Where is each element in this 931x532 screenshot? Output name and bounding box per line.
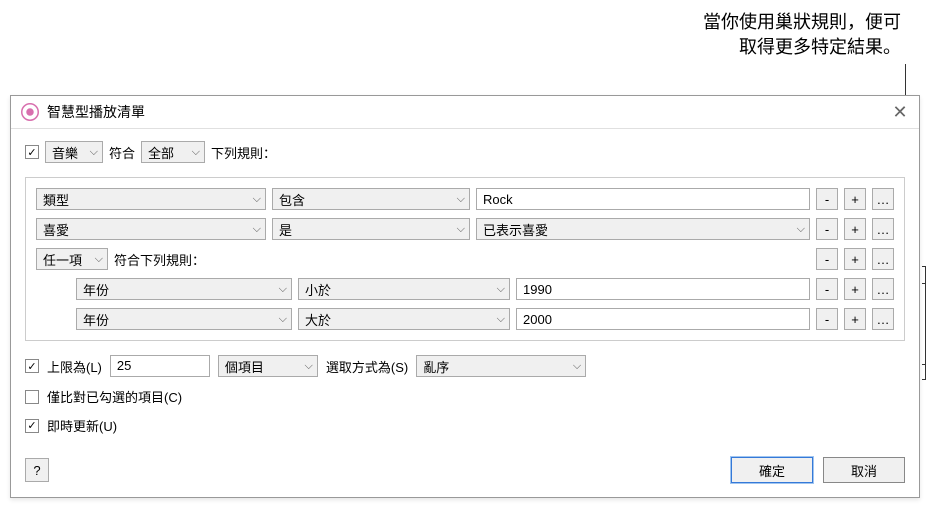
annotation-bracket-inner bbox=[922, 283, 926, 365]
select-by-select[interactable]: 亂序 bbox=[416, 355, 586, 377]
rule-operator-select[interactable]: 小於 bbox=[298, 278, 510, 300]
rules-container: 類型 包含 Rock - + … 喜愛 是 已表示喜愛 - + … bbox=[25, 177, 905, 341]
rule-value-input[interactable]: 1990 bbox=[516, 278, 810, 300]
live-update-row: 即時更新(U) bbox=[25, 416, 905, 435]
remove-rule-button[interactable]: - bbox=[816, 278, 838, 300]
rule-value-input[interactable]: Rock bbox=[476, 188, 810, 210]
remove-rule-button[interactable]: - bbox=[816, 188, 838, 210]
nest-rule-button[interactable]: … bbox=[872, 218, 894, 240]
limit-checkbox[interactable] bbox=[25, 359, 39, 373]
annotation-bracket-outer bbox=[922, 266, 926, 380]
match-mode-select[interactable]: 全部 bbox=[141, 141, 205, 163]
dialog-footer: ? 確定 取消 bbox=[11, 447, 919, 497]
dialog-title: 智慧型播放清單 bbox=[47, 102, 891, 122]
nest-rule-button[interactable]: … bbox=[872, 188, 894, 210]
only-checked-label: 僅比對已勾選的項目(C) bbox=[47, 387, 182, 406]
cancel-button[interactable]: 取消 bbox=[823, 457, 905, 483]
rule-operator-select[interactable]: 是 bbox=[272, 218, 470, 240]
add-rule-button[interactable]: + bbox=[844, 278, 866, 300]
rule-field-select[interactable]: 類型 bbox=[36, 188, 266, 210]
nested-rule-row: 年份 大於 2000 - + … bbox=[76, 308, 894, 330]
limit-unit-select[interactable]: 個項目 bbox=[218, 355, 318, 377]
rule-value-input[interactable]: 2000 bbox=[516, 308, 810, 330]
nested-mode-select[interactable]: 任一項 bbox=[36, 248, 108, 270]
rule-field-select[interactable]: 年份 bbox=[76, 308, 292, 330]
live-update-checkbox[interactable] bbox=[25, 419, 39, 433]
annotation-text: 當你使用巢狀規則，便可 取得更多特定結果。 bbox=[703, 10, 901, 60]
rule-value-select[interactable]: 已表示喜愛 bbox=[476, 218, 810, 240]
limit-label: 上限為(L) bbox=[47, 357, 102, 376]
remove-rule-button[interactable]: - bbox=[816, 308, 838, 330]
nest-rule-button[interactable]: … bbox=[872, 308, 894, 330]
rule-operator-select[interactable]: 包含 bbox=[272, 188, 470, 210]
ok-button[interactable]: 確定 bbox=[731, 457, 813, 483]
nested-rule-row: 年份 小於 1990 - + … bbox=[76, 278, 894, 300]
add-rule-button[interactable]: + bbox=[844, 248, 866, 270]
media-kind-select[interactable]: 音樂 bbox=[45, 141, 103, 163]
rule-operator-select[interactable]: 大於 bbox=[298, 308, 510, 330]
close-button[interactable]: ✕ bbox=[891, 103, 909, 121]
only-checked-checkbox[interactable] bbox=[25, 390, 39, 404]
rule-row: 喜愛 是 已表示喜愛 - + … bbox=[36, 218, 894, 240]
dialog-content: 音樂 符合 全部 下列規則： 類型 包含 Rock - + … 喜愛 是 已表示 bbox=[11, 129, 919, 447]
help-button[interactable]: ? bbox=[25, 458, 49, 482]
smart-playlist-dialog: 智慧型播放清單 ✕ 音樂 符合 全部 下列規則： 類型 包含 Rock - + … bbox=[10, 95, 920, 498]
rule-field-select[interactable]: 年份 bbox=[76, 278, 292, 300]
match-rules-checkbox[interactable] bbox=[25, 145, 39, 159]
nested-suffix: 符合下列規則： bbox=[114, 250, 205, 269]
remove-rule-button[interactable]: - bbox=[816, 248, 838, 270]
add-rule-button[interactable]: + bbox=[844, 308, 866, 330]
nest-rule-button[interactable]: … bbox=[872, 248, 894, 270]
limit-row: 上限為(L) 25 個項目 選取方式為(S) 亂序 bbox=[25, 355, 905, 377]
match-suffix: 下列規則： bbox=[211, 143, 276, 162]
limit-value-input[interactable]: 25 bbox=[110, 355, 210, 377]
add-rule-button[interactable]: + bbox=[844, 218, 866, 240]
nest-rule-button[interactable]: … bbox=[872, 278, 894, 300]
rule-field-select[interactable]: 喜愛 bbox=[36, 218, 266, 240]
itunes-icon bbox=[21, 103, 39, 121]
match-header-row: 音樂 符合 全部 下列規則： bbox=[25, 141, 905, 163]
titlebar: 智慧型播放清單 ✕ bbox=[11, 96, 919, 129]
match-label: 符合 bbox=[109, 143, 135, 162]
live-update-label: 即時更新(U) bbox=[47, 416, 117, 435]
remove-rule-button[interactable]: - bbox=[816, 218, 838, 240]
rule-row: 類型 包含 Rock - + … bbox=[36, 188, 894, 210]
nested-rule-header: 任一項 符合下列規則： - + … bbox=[36, 248, 894, 270]
select-by-label: 選取方式為(S) bbox=[326, 357, 408, 376]
only-checked-row: 僅比對已勾選的項目(C) bbox=[25, 387, 905, 406]
add-rule-button[interactable]: + bbox=[844, 188, 866, 210]
